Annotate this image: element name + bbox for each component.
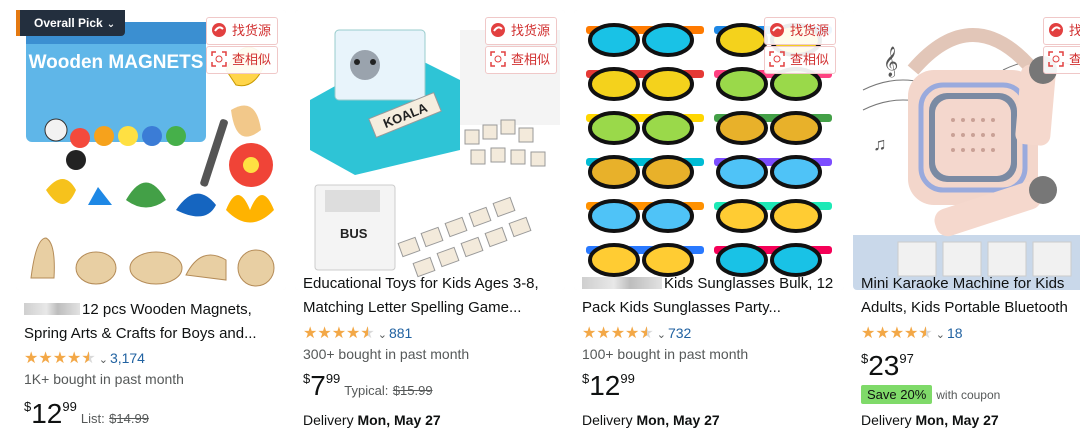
product-card[interactable]: Wooden MAGNETS Overall Pick ⌄ 找货源 查相似 12… bbox=[16, 0, 286, 429]
redacted-brand bbox=[582, 277, 662, 289]
star-rating: ★★★★★ bbox=[582, 324, 654, 344]
find-source-icon bbox=[211, 21, 227, 37]
scan-icon bbox=[211, 50, 227, 67]
scan-icon bbox=[769, 50, 785, 67]
flashcard-word: BUS bbox=[340, 226, 368, 241]
rating-row[interactable]: ★★★★★⌄732 bbox=[582, 323, 691, 345]
find-source-label: 找货源 bbox=[1069, 23, 1080, 38]
price: $799Typical: $15.99 bbox=[303, 370, 433, 401]
product-card[interactable]: KOALA BUS 找货源 查相似 Educational Toys for K… bbox=[295, 0, 565, 429]
find-similar-label: 查相似 bbox=[790, 52, 830, 67]
product-title[interactable]: 12 pcs Wooden Magnets, Spring Arts & Cra… bbox=[24, 298, 294, 346]
price: $1299 bbox=[582, 370, 635, 401]
chevron-down-icon: ⌄ bbox=[377, 329, 387, 341]
rating-count[interactable]: 881 bbox=[389, 325, 412, 341]
bought-text: 100+ bought in past month bbox=[582, 346, 749, 362]
svg-text:𝄞: 𝄞 bbox=[883, 46, 898, 78]
find-similar-button[interactable]: 查相似 bbox=[1043, 46, 1080, 74]
typical-price: $15.99 bbox=[392, 383, 433, 398]
star-rating: ★★★★★ bbox=[303, 324, 375, 344]
product-card[interactable]: 找货源 查相似 Kids Sunglasses Bulk, 12 Pack Ki… bbox=[574, 0, 844, 429]
bought-text: 1K+ bought in past month bbox=[24, 371, 184, 387]
scan-icon bbox=[1048, 50, 1064, 67]
svg-text:♫: ♫ bbox=[873, 134, 887, 154]
star-rating: ★★★★★ bbox=[24, 349, 96, 369]
find-source-button[interactable]: 找货源 bbox=[206, 17, 279, 45]
rating-row[interactable]: ★★★★★⌄18 bbox=[861, 323, 963, 345]
delivery-info: Delivery Mon, May 27 bbox=[861, 412, 999, 428]
find-source-button[interactable]: 找货源 bbox=[1043, 17, 1080, 45]
coupon-text: with coupon bbox=[936, 388, 1001, 402]
bought-text: 300+ bought in past month bbox=[303, 346, 470, 362]
find-similar-button[interactable]: 查相似 bbox=[485, 46, 558, 74]
list-price: $14.99 bbox=[109, 411, 149, 426]
chevron-down-icon: ⌄ bbox=[935, 329, 945, 341]
find-similar-button[interactable]: 查相似 bbox=[206, 46, 279, 74]
chevron-down-icon: ⌄ bbox=[656, 329, 666, 341]
coupon-badge: Save 20% bbox=[861, 385, 933, 404]
rating-count[interactable]: 3,174 bbox=[110, 350, 145, 366]
find-source-icon bbox=[769, 21, 785, 37]
find-source-label: 找货源 bbox=[232, 23, 272, 38]
find-source-button[interactable]: 找货源 bbox=[485, 17, 558, 45]
delivery-info: Delivery Mon, May 27 bbox=[582, 412, 720, 428]
overall-pick-badge[interactable]: Overall Pick ⌄ bbox=[16, 10, 126, 36]
rating-row[interactable]: ★★★★★⌄3,174 bbox=[24, 348, 145, 370]
find-similar-label: 查相似 bbox=[1069, 52, 1080, 67]
find-source-icon bbox=[490, 21, 506, 37]
find-similar-label: 查相似 bbox=[232, 52, 272, 67]
find-source-label: 找货源 bbox=[511, 23, 551, 38]
find-source-label: 找货源 bbox=[790, 23, 830, 38]
rating-count[interactable]: 18 bbox=[947, 325, 963, 341]
find-similar-button[interactable]: 查相似 bbox=[764, 46, 837, 74]
redacted-brand bbox=[24, 303, 80, 315]
delivery-info: Delivery Mon, May 27 bbox=[303, 412, 441, 428]
chevron-down-icon: ⌄ bbox=[106, 19, 116, 30]
badge-label: Overall Pick bbox=[34, 16, 103, 30]
product-title[interactable]: Kids Sunglasses Bulk, 12 Pack Kids Sungl… bbox=[582, 272, 852, 320]
product-card[interactable]: 𝄞 ♪ ♫ 找货源 查相似 Mini Karaoke Ma bbox=[853, 0, 1080, 429]
scan-icon bbox=[490, 50, 506, 67]
price: $1299List: $14.99 bbox=[24, 398, 149, 429]
star-rating: ★★★★★ bbox=[861, 324, 933, 344]
product-title[interactable]: Educational Toys for Kids Ages 3-8, Matc… bbox=[303, 272, 573, 320]
price: $2397 bbox=[861, 350, 914, 381]
find-similar-label: 查相似 bbox=[511, 52, 551, 67]
find-source-button[interactable]: 找货源 bbox=[764, 17, 837, 45]
chevron-down-icon: ⌄ bbox=[98, 354, 108, 366]
find-source-icon bbox=[1048, 21, 1064, 37]
rating-row[interactable]: ★★★★★⌄881 bbox=[303, 323, 412, 345]
product-title[interactable]: Mini Karaoke Machine for Kids Adults, Ki… bbox=[861, 272, 1080, 320]
coupon[interactable]: Save 20% with coupon bbox=[861, 385, 1001, 404]
box-art-text: Wooden MAGNETS bbox=[29, 52, 204, 73]
rating-count[interactable]: 732 bbox=[668, 325, 691, 341]
